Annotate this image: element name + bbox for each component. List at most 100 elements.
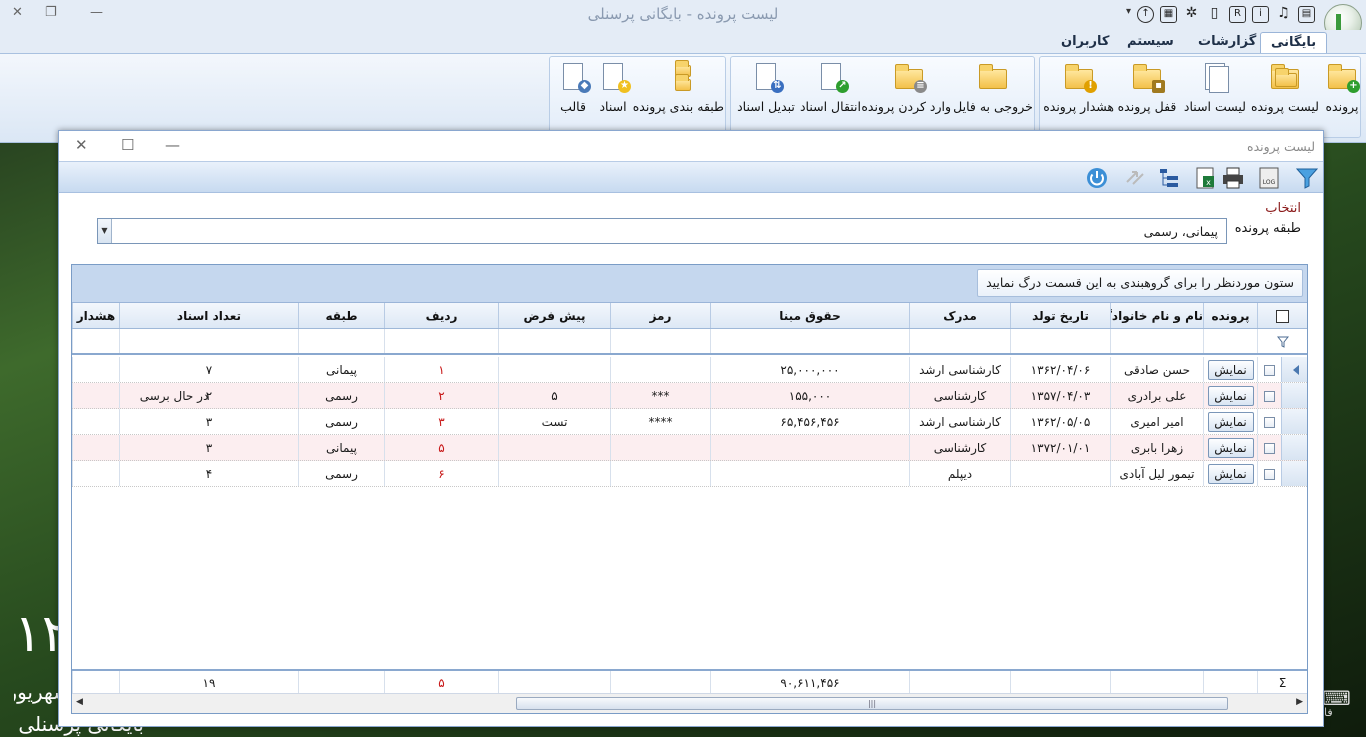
file-category-button[interactable]: طبقه بندی پرونده [633, 60, 724, 114]
col-row[interactable]: ردیف [384, 303, 498, 328]
row-indicator[interactable] [1281, 409, 1307, 434]
warn-file-button[interactable]: ! هشدار پرونده [1043, 61, 1114, 114]
cell-default: ۵ [498, 383, 610, 408]
book-icon[interactable]: ▯ [1206, 6, 1223, 23]
about-icon[interactable]: i [1252, 6, 1270, 23]
col-category[interactable]: طبقه [298, 303, 384, 328]
documents-button[interactable]: ★ اسناد [594, 61, 632, 114]
row-checkbox[interactable] [1264, 365, 1275, 376]
row-checkbox[interactable] [1264, 469, 1275, 480]
file-button[interactable]: + پرونده [1322, 61, 1362, 114]
refresh-icon[interactable] [1123, 166, 1147, 190]
help-icon[interactable]: ↑ [1137, 6, 1155, 23]
row-checkbox-cell[interactable] [1257, 357, 1281, 382]
row-checkbox-cell[interactable] [1257, 383, 1281, 408]
col-degree[interactable]: مدرک [909, 303, 1010, 328]
col-file[interactable]: پرونده [1203, 303, 1257, 328]
show-cell: نمایش [1203, 435, 1257, 460]
excel-export-icon[interactable]: x [1193, 166, 1217, 190]
power-icon[interactable] [1085, 166, 1109, 190]
window-minimize-icon[interactable]: — [165, 136, 180, 154]
convert-docs-button[interactable]: ⇅ تبدیل اسناد [735, 61, 797, 114]
show-button[interactable]: نمایش [1207, 464, 1254, 484]
show-cell: نمایش [1203, 383, 1257, 408]
category-select[interactable]: ▼ پیمانی، رسمی [97, 218, 1227, 244]
scroll-thumb[interactable]: ||| [516, 697, 1228, 710]
calculator-icon[interactable]: ▦ [1160, 6, 1178, 23]
template-icon: ◆ [578, 80, 591, 93]
scroll-left-icon[interactable]: ◀ [76, 697, 83, 707]
row-checkbox[interactable] [1264, 391, 1275, 402]
col-default[interactable]: پیش فرض [498, 303, 610, 328]
chevron-down-icon[interactable]: ▼ [98, 219, 112, 243]
tab-archive[interactable]: بایگانی [1260, 32, 1328, 54]
device-icon[interactable]: ▤ [1298, 6, 1316, 23]
export-file-button[interactable]: خروجی به فایل [953, 61, 1033, 114]
row-indicator[interactable] [1281, 357, 1307, 382]
col-salary[interactable]: حقوق مبنا [710, 303, 909, 328]
bell-icon[interactable]: ♫ [1275, 6, 1292, 23]
filter-salary[interactable] [710, 329, 909, 353]
col-warning[interactable]: هشدار [72, 303, 119, 328]
filter-birth[interactable] [1010, 329, 1110, 353]
tree-view-icon[interactable] [1157, 166, 1181, 190]
row-checkbox[interactable] [1264, 417, 1275, 428]
table-row[interactable]: نمایش زهرا بابری ۱۳۷۲/۰۱/۰۱ کارشناسی ۵ پ… [72, 435, 1307, 461]
customize-arrow-icon[interactable]: ▾ [1126, 6, 1131, 23]
warning-text: در حال برسی [139, 389, 209, 403]
show-button[interactable]: نمایش [1207, 438, 1254, 458]
col-doc-count[interactable]: تعداد اسناد [119, 303, 298, 328]
row-checkbox-cell[interactable] [1257, 435, 1281, 460]
filter-name[interactable] [1110, 329, 1203, 353]
filter-row-number[interactable] [384, 329, 498, 353]
select-all-cell[interactable] [1257, 303, 1307, 328]
row-checkbox-cell[interactable] [1257, 409, 1281, 434]
registry-icon[interactable]: R [1229, 6, 1247, 23]
tab-users[interactable]: کاربران [1051, 32, 1119, 54]
template-button[interactable]: ◆ قالب [554, 61, 592, 114]
filter-doc-count[interactable] [119, 329, 298, 353]
filter-row-icon-cell[interactable] [1257, 329, 1307, 353]
import-file-button[interactable]: ≡ وارد کردن پرونده [861, 61, 951, 114]
filter-category[interactable] [298, 329, 384, 353]
footer-name [1110, 671, 1203, 693]
col-password[interactable]: رمز [610, 303, 710, 328]
log-icon[interactable]: LOG [1257, 166, 1281, 190]
filter-degree[interactable] [909, 329, 1010, 353]
transfer-docs-button[interactable]: ↗ انتقال اسناد [800, 61, 861, 114]
window-close-icon[interactable]: ✕ [75, 136, 88, 154]
filter-password[interactable] [610, 329, 710, 353]
table-row[interactable]: نمایش حسن صادقی ۱۳۶۲/۰۴/۰۶ کارشناسی ارشد… [72, 357, 1307, 383]
select-all-checkbox[interactable] [1276, 310, 1289, 323]
table-row[interactable]: نمایش امیر امیری ۱۳۶۲/۰۵/۰۵ کارشناسی ارش… [72, 409, 1307, 435]
filter-warning[interactable] [72, 329, 119, 353]
show-button[interactable]: نمایش [1207, 386, 1254, 406]
horizontal-scrollbar[interactable]: ◀ ||| ▶ [72, 693, 1307, 713]
col-birth[interactable]: تاریخ تولد [1010, 303, 1110, 328]
row-checkbox-cell[interactable] [1257, 461, 1281, 486]
scroll-right-icon[interactable]: ▶ [1296, 697, 1303, 707]
doc-list-button[interactable]: لیست اسناد [1184, 61, 1246, 114]
bug-icon[interactable]: ✲ [1183, 6, 1200, 23]
filter-default[interactable] [498, 329, 610, 353]
col-name[interactable]: نام و نام خانوادگی [1110, 303, 1203, 328]
file-list-button[interactable]: لیست پرونده [1250, 61, 1320, 114]
filter-file[interactable] [1203, 329, 1257, 353]
table-row[interactable]: نمایش علی برادری ۱۳۵۷/۰۴/۰۳ کارشناسی ۱۵۵… [72, 383, 1307, 409]
ribbon-group-transfer: خروجی به فایل ≡ وارد کردن پرونده ↗ انتقا… [730, 56, 1035, 138]
row-checkbox[interactable] [1264, 443, 1275, 454]
show-button[interactable]: نمایش [1207, 360, 1254, 380]
window-maximize-icon[interactable]: ☐ [121, 136, 134, 154]
tab-system[interactable]: سیستم [1117, 32, 1184, 54]
row-indicator[interactable] [1281, 461, 1307, 486]
footer-default [498, 671, 610, 693]
group-by-panel[interactable]: ستون موردنظر را برای گروهبندی به این قسم… [72, 265, 1307, 303]
table-row[interactable]: نمایش تیمور لیل آبادی دیپلم ۶ رسمی ۴ [72, 461, 1307, 487]
filter-icon[interactable] [1295, 166, 1319, 190]
lock-file-button[interactable]: ▪ قفل پرونده [1116, 61, 1178, 114]
print-icon[interactable] [1221, 166, 1245, 190]
show-button[interactable]: نمایش [1207, 412, 1254, 432]
row-indicator[interactable] [1281, 383, 1307, 408]
row-indicator[interactable] [1281, 435, 1307, 460]
tab-reports[interactable]: گزارشات [1188, 32, 1266, 54]
